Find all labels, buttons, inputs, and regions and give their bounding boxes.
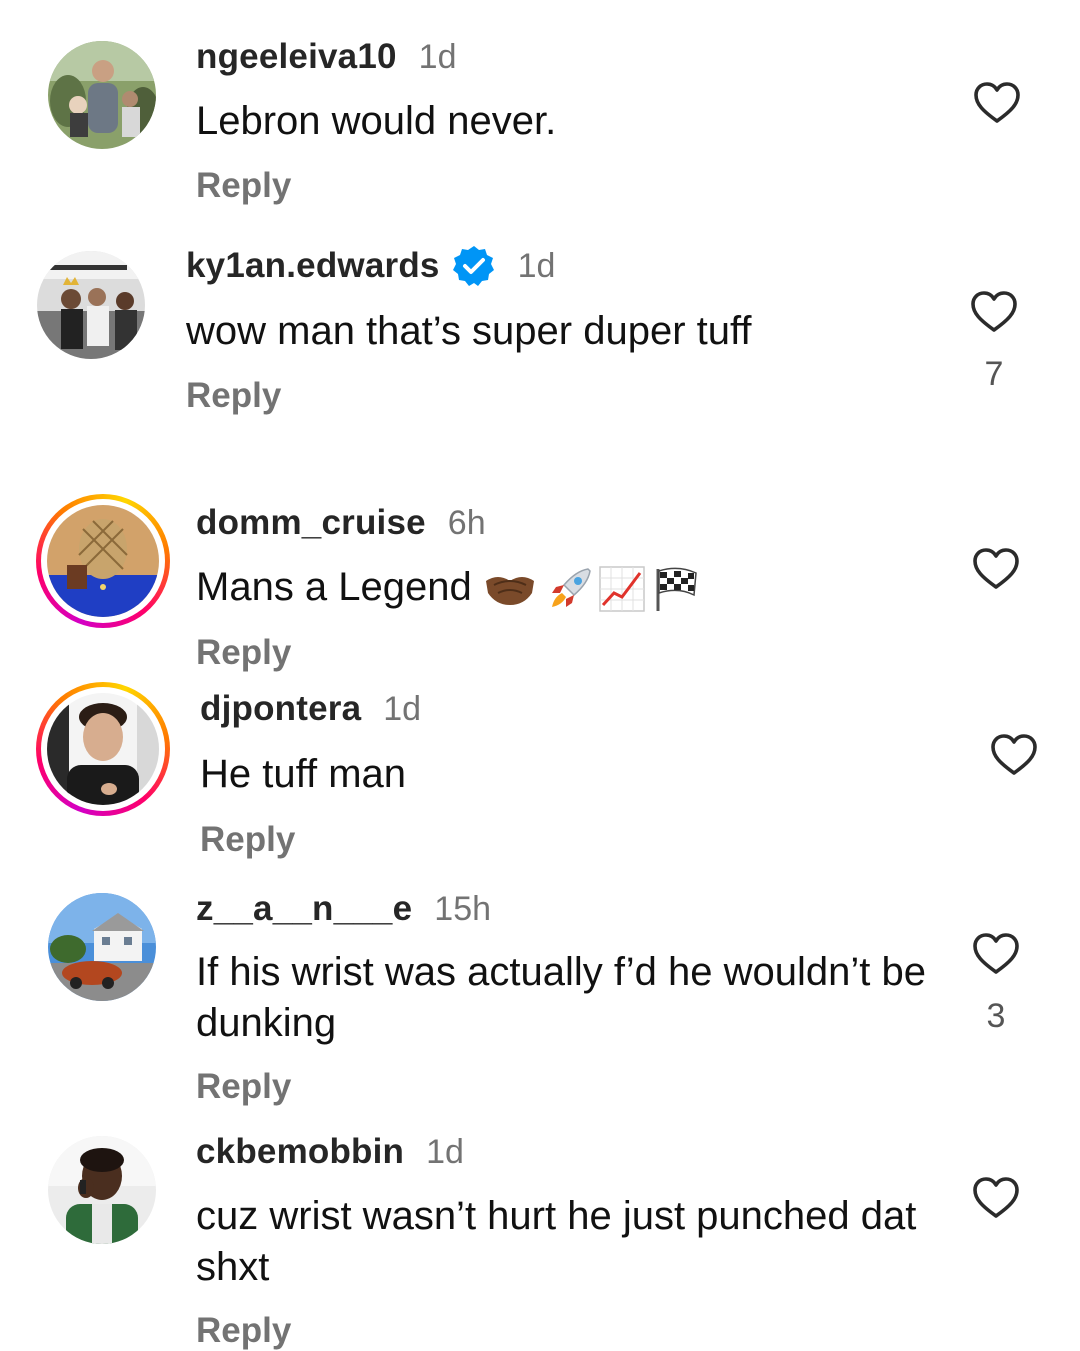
- comment-text-content: Mans a Legend: [196, 565, 472, 609]
- comment-meta: z__a__n___e 15h: [196, 886, 491, 932]
- username-link[interactable]: ngeeleiva10: [196, 37, 397, 77]
- comment-meta: ky1an.edwards 1d: [186, 243, 555, 289]
- like-count: 7: [984, 355, 1004, 393]
- comment-time: 1d: [426, 1132, 464, 1171]
- username-link[interactable]: ckbemobbin: [196, 1132, 404, 1172]
- reply-button[interactable]: Reply: [196, 1311, 291, 1351]
- avatar[interactable]: [48, 1136, 156, 1244]
- comment-text: cuz wrist wasn’t hurt he just punched da…: [196, 1194, 917, 1289]
- heart-outline-icon[interactable]: [972, 1176, 1020, 1220]
- comment-time: 1d: [517, 246, 556, 285]
- username-link[interactable]: djpontera: [200, 689, 361, 729]
- comment-text: Lebron would never.: [196, 99, 557, 143]
- comment-text: wow man that’s super duper tuff: [186, 309, 752, 353]
- reply-button[interactable]: Reply: [186, 376, 281, 416]
- avatar[interactable]: [37, 251, 145, 359]
- rocket-emoji: [546, 565, 594, 613]
- comment-time: 1d: [418, 37, 457, 76]
- heart-outline-icon[interactable]: [973, 81, 1021, 125]
- comment-text: If his wrist was actually f’d he wouldn’…: [196, 950, 926, 1045]
- reply-button[interactable]: Reply: [196, 166, 291, 206]
- avatar[interactable]: [48, 893, 156, 1001]
- emoji-row: [484, 565, 700, 613]
- reply-button[interactable]: Reply: [196, 1067, 291, 1107]
- story-ring[interactable]: [36, 682, 170, 816]
- chequered-flag-emoji: [652, 565, 700, 613]
- comment-meta: ckbemobbin 1d: [196, 1129, 464, 1175]
- comment-meta: ngeeleiva10 1d: [196, 34, 457, 80]
- comment-time: 1d: [383, 689, 422, 728]
- comment-time: 15h: [434, 889, 492, 928]
- heart-outline-icon[interactable]: [972, 932, 1020, 976]
- comment-time: 6h: [447, 503, 486, 542]
- avatar[interactable]: [47, 693, 159, 805]
- avatar[interactable]: [47, 505, 159, 617]
- comment-meta: domm_cruise 6h: [196, 500, 486, 546]
- chart-increasing-emoji: [598, 565, 646, 613]
- comment-text: He tuff man: [200, 752, 407, 796]
- comment-meta: djpontera 1d: [200, 686, 421, 732]
- heart-outline-icon[interactable]: [970, 290, 1018, 334]
- heart-outline-icon[interactable]: [972, 547, 1020, 591]
- reply-button[interactable]: Reply: [200, 820, 295, 860]
- heart-outline-icon[interactable]: [990, 733, 1038, 777]
- reply-button[interactable]: Reply: [196, 633, 291, 673]
- username-link[interactable]: ky1an.edwards: [186, 246, 440, 286]
- username-link[interactable]: z__a__n___e: [196, 889, 412, 929]
- story-ring[interactable]: [36, 494, 170, 628]
- comment-text: Mans a Legend: [196, 562, 756, 613]
- handshake-emoji: [484, 569, 536, 609]
- like-count: 3: [986, 997, 1006, 1035]
- verified-badge-icon: [452, 246, 494, 286]
- username-link[interactable]: domm_cruise: [196, 503, 426, 543]
- avatar[interactable]: [48, 41, 156, 149]
